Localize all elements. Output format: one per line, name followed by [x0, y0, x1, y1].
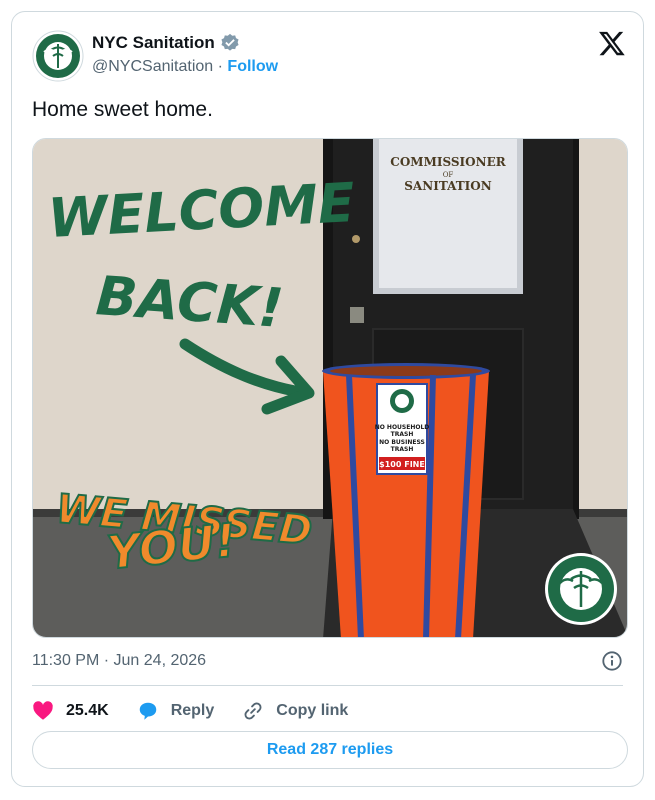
verified-badge-icon [221, 33, 239, 51]
like-button[interactable]: 25.4K [32, 700, 109, 722]
reply-label: Reply [170, 702, 215, 719]
door-sign-line3: SANITATION [404, 179, 491, 193]
tweet-image[interactable]: COMMISSIONER OF SANITATION WELCOME BACK!… [32, 138, 628, 638]
tweet-date: Jun 24, 2026 [113, 652, 207, 669]
can-fine-label: $100 FINE [379, 460, 425, 469]
info-icon[interactable] [601, 650, 623, 672]
timestamp[interactable]: 11:30 PM · Jun 24, 2026 [32, 652, 206, 670]
follow-button[interactable]: Follow [227, 58, 278, 75]
heart-icon [33, 701, 53, 720]
tweet-time: 11:30 PM [32, 652, 100, 669]
can-label-line2: TRASH [391, 431, 414, 438]
reply-bubble-icon [139, 702, 156, 720]
door-sign-line1: COMMISSIONER [390, 155, 506, 169]
tweet-text: Home sweet home. [32, 98, 213, 121]
x-logo-icon[interactable] [598, 29, 626, 57]
corner-logo [545, 553, 617, 625]
reply-button[interactable]: Reply [137, 700, 215, 722]
display-name[interactable]: NYC Sanitation [92, 33, 215, 53]
door-sign-line2: OF [443, 171, 454, 179]
link-icon [244, 702, 262, 720]
copy-link-label: Copy link [276, 702, 349, 719]
timestamp-separator: · [103, 652, 114, 669]
separator: · [217, 58, 228, 75]
headline-line2: BACK! [94, 264, 285, 340]
handle-row: @NYCSanitation · Follow [92, 58, 278, 76]
likes-count: 25.4K [66, 702, 109, 719]
tweet-card: NYC Sanitation @NYCSanitation · Follow H… [11, 11, 644, 787]
action-bar: 25.4K Reply Copy link [32, 696, 376, 726]
copy-link-button[interactable]: Copy link [242, 700, 348, 722]
trash-can: NO HOUSEHOLD TRASH NO BUSINESS TRASH $10… [322, 363, 490, 637]
avatar[interactable] [32, 30, 84, 82]
can-label-line1: NO HOUSEHOLD [375, 424, 430, 431]
divider [32, 685, 623, 686]
can-label-line4: TRASH [391, 446, 414, 453]
handle[interactable]: @NYCSanitation [92, 58, 213, 75]
can-label-line3: NO BUSINESS [379, 439, 425, 446]
read-replies-button[interactable]: Read 287 replies [32, 731, 628, 769]
